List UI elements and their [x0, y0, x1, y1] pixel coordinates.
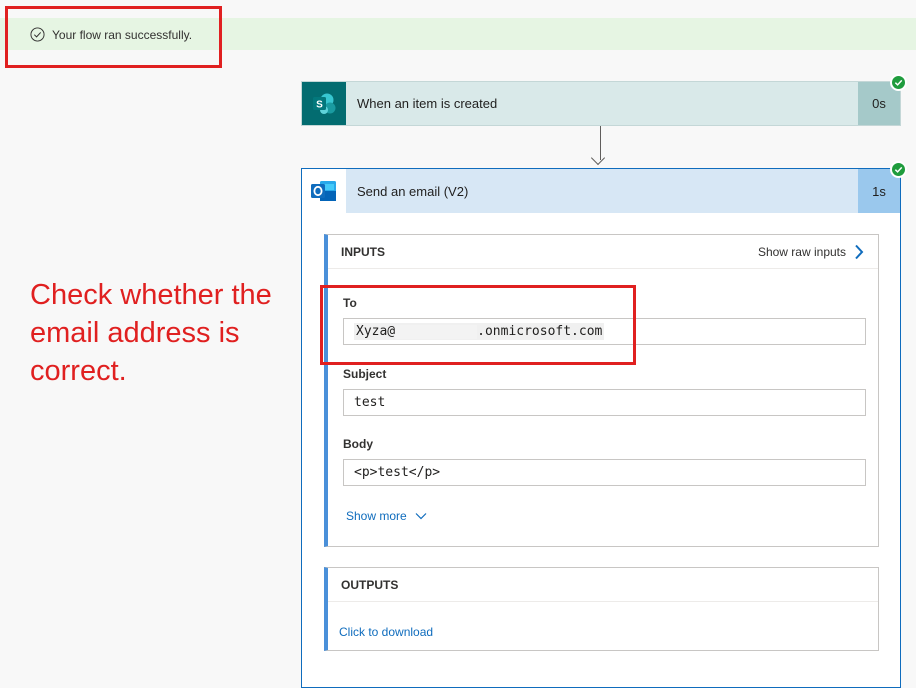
trigger-card[interactable]: S When an item is created 0s — [301, 81, 901, 126]
show-raw-inputs-label: Show raw inputs — [757, 244, 846, 259]
outputs-header: OUTPUTS — [328, 568, 878, 602]
body-label: Body — [343, 437, 373, 451]
success-check-icon — [890, 161, 907, 178]
action-title: Send an email (V2) — [357, 183, 469, 199]
body-value: <p>test</p> — [343, 459, 866, 486]
svg-text:S: S — [316, 99, 323, 110]
outlook-icon — [302, 169, 346, 213]
action-header[interactable]: Send an email (V2) 1s — [302, 169, 900, 213]
trigger-title: When an item is created — [357, 96, 498, 111]
highlight-to-field-box — [320, 285, 636, 365]
success-check-icon — [890, 74, 907, 91]
arrow-down-icon — [590, 150, 606, 166]
subject-value: test — [343, 389, 866, 416]
highlight-banner-box — [5, 6, 222, 68]
sharepoint-icon: S — [302, 82, 346, 125]
subject-label: Subject — [343, 367, 387, 381]
chevron-right-icon — [855, 244, 864, 259]
outputs-section: OUTPUTS Click to download — [324, 567, 879, 651]
chevron-down-icon — [415, 513, 427, 520]
show-raw-inputs-link[interactable]: Show raw inputs — [758, 244, 864, 260]
outputs-heading: OUTPUTS — [341, 577, 399, 592]
show-more-link[interactable]: Show more — [346, 509, 427, 523]
action-card: Send an email (V2) 1s INPUTS Show raw in… — [301, 168, 901, 688]
click-to-download-link[interactable]: Click to download — [339, 625, 433, 639]
inputs-header: INPUTS Show raw inputs — [328, 235, 878, 269]
inputs-section: INPUTS Show raw inputs To Xyza@ .onmicros… — [324, 234, 879, 547]
inputs-heading: INPUTS — [341, 244, 386, 259]
annotation-text: Check whether the email address is corre… — [30, 279, 272, 387]
show-more-label: Show more — [346, 509, 407, 523]
